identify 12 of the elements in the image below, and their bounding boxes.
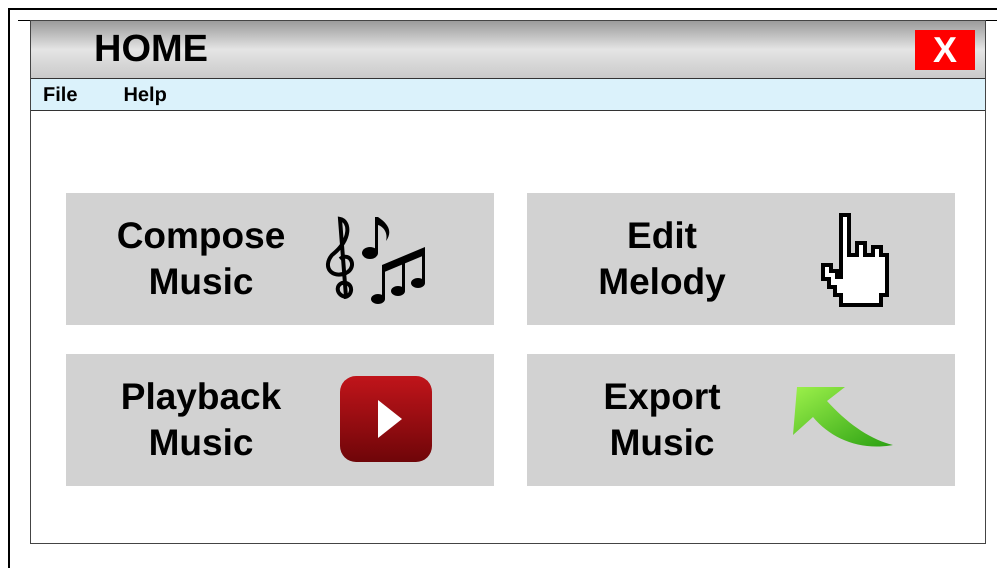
menu-item[interactable]: File	[43, 84, 78, 104]
home-tile-button[interactable]: Compose Music	[66, 193, 494, 325]
tile-label: Edit Melody	[597, 214, 727, 304]
home-tile-button[interactable]: Edit Melody	[527, 193, 955, 325]
home-tile-button[interactable]: Export Music	[527, 354, 955, 486]
tile-label: Playback Music	[120, 375, 282, 465]
menu-item[interactable]: Help	[123, 84, 167, 104]
window-title: HOME	[94, 27, 208, 72]
close-button[interactable]: X	[915, 30, 975, 70]
tile-label: Compose Music	[116, 214, 286, 304]
home-tile-button[interactable]: Playback Music	[66, 354, 494, 486]
tile-label: Export Music	[602, 375, 722, 465]
